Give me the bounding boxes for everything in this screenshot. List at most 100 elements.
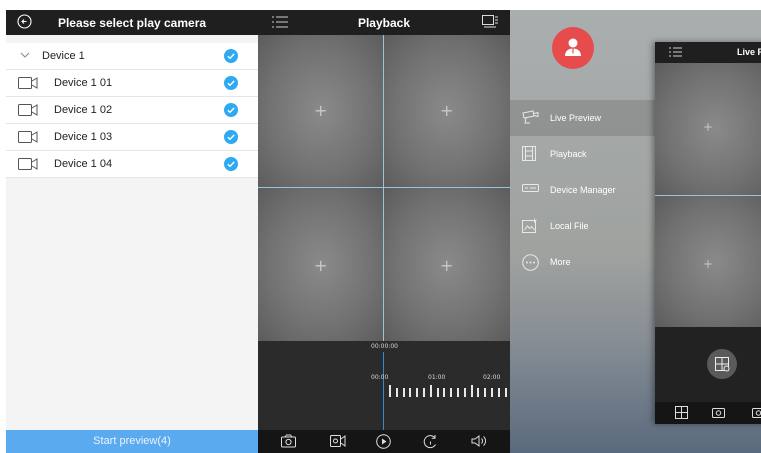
user-icon: [564, 37, 582, 57]
playback-timeline[interactable]: 00:00:00 00:00 01:00 02:00: [258, 341, 510, 430]
menu-item-label: More: [550, 257, 571, 267]
peek-toolbar: [655, 402, 761, 424]
camera-channel-icon: [18, 104, 38, 116]
timeline-ticks: [389, 385, 510, 397]
timeline-tick: [402, 388, 405, 397]
channel-row[interactable]: Device 1 01: [6, 70, 258, 97]
avatar[interactable]: [552, 27, 594, 69]
checked-icon[interactable]: [224, 103, 238, 117]
grid-layout-icon: [715, 357, 730, 372]
live-preview-peek-header: Live P: [655, 42, 761, 63]
camera-icon[interactable]: [712, 406, 725, 418]
layout-button[interactable]: [707, 349, 737, 379]
peek-title: Live P: [737, 47, 761, 57]
timeline-tick: [409, 388, 412, 397]
play-icon[interactable]: [376, 434, 391, 449]
timeline-tick: [470, 385, 473, 397]
channel-label: Device 1 03: [54, 131, 113, 143]
timeline-tick: [395, 388, 398, 397]
device-label: Device 1: [42, 50, 85, 62]
camera-channel-icon: [18, 77, 38, 89]
live-preview-peek[interactable]: Live P + +: [655, 42, 761, 424]
menu-item-more[interactable]: More: [510, 244, 656, 280]
video-window[interactable]: +: [384, 188, 510, 341]
speed-icon[interactable]: [423, 434, 438, 449]
add-camera-icon[interactable]: +: [314, 103, 327, 119]
checked-icon[interactable]: [224, 76, 238, 90]
channel-label: Device 1 01: [54, 77, 113, 89]
playback-header: Playback: [258, 10, 510, 35]
playback-screen: Playback + + + + 00:00:00 00:00 01:00 02…: [258, 10, 510, 453]
checked-icon[interactable]: [224, 157, 238, 171]
grid-icon[interactable]: [675, 406, 688, 419]
timeline-tick: [436, 388, 439, 397]
page-title: Playback: [357, 16, 411, 30]
playback-toolbar: [258, 430, 510, 453]
menu-item-live-preview[interactable]: Live Preview: [510, 100, 656, 136]
camera-icon[interactable]: [752, 406, 761, 418]
menu-item-playback[interactable]: Playback: [510, 136, 656, 172]
channel-label: Device 1 04: [54, 158, 113, 170]
menu-item-local-file[interactable]: Local File: [510, 208, 656, 244]
time-label: 02:00: [483, 374, 501, 381]
video-window[interactable]: +: [384, 35, 510, 188]
timeline-tick: [423, 388, 425, 397]
add-camera-icon[interactable]: +: [314, 258, 327, 274]
channel-row[interactable]: Device 1 02: [6, 97, 258, 124]
add-camera-icon[interactable]: +: [703, 256, 713, 272]
timeline-tick: [389, 385, 391, 397]
menu-item-label: Device Manager: [550, 185, 616, 195]
camera-select-header: Please select play camera: [6, 10, 258, 35]
menu-item-label: Live Preview: [550, 113, 602, 123]
checked-icon[interactable]: [224, 130, 238, 144]
camera-icon[interactable]: [281, 434, 296, 448]
timeline-tick: [457, 388, 459, 397]
channel-row[interactable]: Device 1 04: [6, 151, 258, 178]
timeline-tick: [497, 388, 500, 397]
local-file-icon: [522, 218, 538, 233]
side-menu: Live Preview Playback Device Manager Loc…: [510, 100, 656, 280]
device-row[interactable]: Device 1: [6, 43, 258, 70]
video-window[interactable]: +: [258, 188, 384, 341]
menu-icon[interactable]: [669, 47, 682, 57]
volume-icon[interactable]: [471, 434, 488, 448]
time-label: 00:00: [371, 374, 389, 381]
timeline-tick: [429, 385, 432, 397]
camera-list: Device 1 Device 1 01 Device 1 02 Device …: [6, 43, 258, 178]
camera-channel-icon: [18, 158, 38, 170]
time-label: 01:00: [428, 374, 446, 381]
current-time: 00:00:00: [371, 343, 398, 350]
chevron-down-icon[interactable]: [20, 52, 30, 58]
screen-layout-icon[interactable]: [482, 15, 498, 28]
add-camera-icon[interactable]: +: [703, 119, 713, 135]
menu-item-label: Local File: [550, 221, 589, 231]
checked-icon[interactable]: [224, 49, 238, 63]
add-camera-icon[interactable]: +: [440, 258, 453, 274]
more-icon: [522, 254, 539, 271]
channel-row[interactable]: Device 1 03: [6, 124, 258, 151]
live-preview-icon: [522, 110, 539, 124]
camera-select-screen: Please select play camera Device 1 Devic…: [6, 10, 258, 453]
video-window[interactable]: +: [655, 196, 761, 327]
video-record-icon[interactable]: [330, 434, 346, 448]
timeline-tick: [504, 388, 507, 397]
start-preview-button[interactable]: Start preview(4): [6, 430, 258, 453]
menu-item-device-manager[interactable]: Device Manager: [510, 172, 656, 208]
timeline-tick: [477, 388, 480, 397]
side-menu-screen: Live Preview Playback Device Manager Loc…: [510, 10, 761, 453]
add-camera-icon[interactable]: +: [440, 103, 453, 119]
camera-channel-icon: [18, 131, 38, 143]
grid-divider: [383, 35, 384, 341]
timeline-tick: [450, 388, 453, 397]
menu-item-label: Playback: [550, 149, 587, 159]
grid-divider: [258, 187, 510, 188]
timeline-tick: [484, 388, 487, 397]
timeline-tick: [443, 388, 446, 397]
channel-label: Device 1 02: [54, 104, 113, 116]
video-window[interactable]: +: [655, 63, 761, 195]
timeline-tick: [491, 388, 493, 397]
timeline-cursor[interactable]: [383, 352, 384, 430]
video-window[interactable]: +: [258, 35, 384, 188]
timeline-tick: [463, 388, 466, 397]
timeline-tick: [416, 388, 419, 397]
